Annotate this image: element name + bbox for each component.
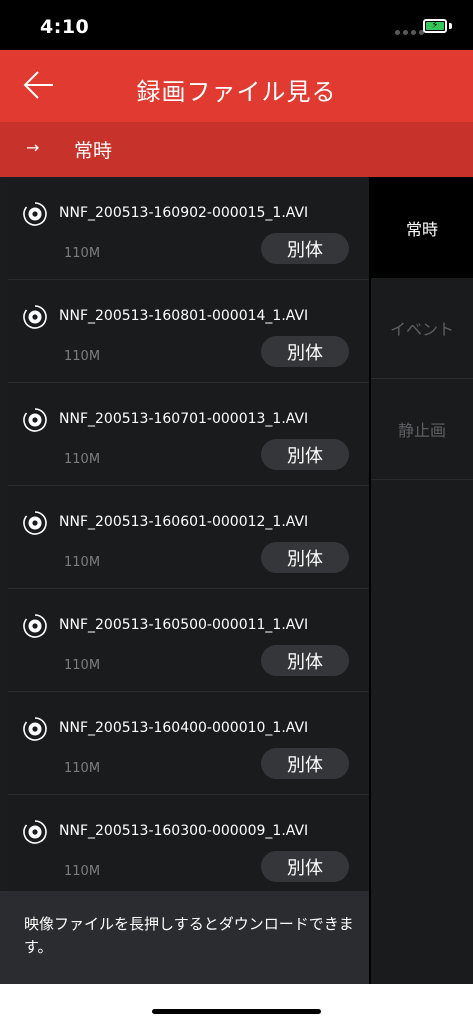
sidebar-item-event[interactable]: イベント xyxy=(371,278,473,379)
file-size: 110M xyxy=(64,761,101,776)
file-name: NNF_200513-160902-000015_1.AVI xyxy=(59,205,309,221)
download-hint: 映像ファイルを長押しするとダウンロードできます。 xyxy=(0,891,369,984)
header: 録画ファイル見る xyxy=(0,50,473,122)
video-disc-icon xyxy=(23,305,47,329)
file-size: 110M xyxy=(64,452,101,467)
video-disc-icon xyxy=(23,820,47,844)
category-sidebar: 常時 イベント 静止画 xyxy=(371,177,473,984)
file-name: NNF_200513-160601-000012_1.AVI xyxy=(59,514,309,530)
battery-charging-icon: ⚡ xyxy=(423,19,447,33)
separate-button[interactable]: 別体 xyxy=(261,336,349,367)
video-disc-icon xyxy=(23,717,47,741)
status-bar: 4:10 ⚡ xyxy=(0,0,473,50)
separate-button[interactable]: 別体 xyxy=(261,645,349,676)
file-size: 110M xyxy=(64,246,101,261)
home-bar-area xyxy=(0,984,473,1024)
arrow-right-icon: → xyxy=(26,138,40,157)
file-size: 110M xyxy=(64,555,101,570)
file-size: 110M xyxy=(64,864,101,879)
separate-button[interactable]: 別体 xyxy=(261,542,349,573)
file-name: NNF_200513-160701-000013_1.AVI xyxy=(59,411,309,427)
video-disc-icon xyxy=(23,614,47,638)
list-item[interactable]: NNF_200513-160902-000015_1.AVI 110M 別体 xyxy=(8,177,370,280)
file-name: NNF_200513-160300-000009_1.AVI xyxy=(59,823,309,839)
signal-dots-icon xyxy=(395,30,424,35)
file-list[interactable]: NNF_200513-160902-000015_1.AVI 110M 別体 N… xyxy=(8,177,370,898)
status-time: 4:10 xyxy=(40,16,90,38)
separate-button[interactable]: 別体 xyxy=(261,233,349,264)
file-size: 110M xyxy=(64,658,101,673)
list-item[interactable]: NNF_200513-160400-000010_1.AVI 110M 別体 xyxy=(8,692,370,795)
file-name: NNF_200513-160801-000014_1.AVI xyxy=(59,308,309,324)
separate-button[interactable]: 別体 xyxy=(261,439,349,470)
sidebar-item-constant[interactable]: 常時 xyxy=(371,177,473,278)
video-disc-icon xyxy=(23,408,47,432)
page-title: 録画ファイル見る xyxy=(136,78,337,106)
list-item[interactable]: NNF_200513-160801-000014_1.AVI 110M 別体 xyxy=(8,280,370,383)
home-indicator[interactable] xyxy=(152,1009,321,1014)
left-edge-strip xyxy=(0,177,8,891)
video-disc-icon xyxy=(23,202,47,226)
file-size: 110M xyxy=(64,349,101,364)
category-header: → 常時 xyxy=(0,122,473,177)
separate-button[interactable]: 別体 xyxy=(261,748,349,779)
download-hint-text: 映像ファイルを長押しするとダウンロードできます。 xyxy=(24,915,354,956)
video-disc-icon xyxy=(23,511,47,535)
list-item[interactable]: NNF_200513-160601-000012_1.AVI 110M 別体 xyxy=(8,486,370,589)
list-item[interactable]: NNF_200513-160300-000009_1.AVI 110M 別体 xyxy=(8,795,370,898)
file-name: NNF_200513-160500-000011_1.AVI xyxy=(59,617,309,633)
list-item[interactable]: NNF_200513-160500-000011_1.AVI 110M 別体 xyxy=(8,589,370,692)
file-name: NNF_200513-160400-000010_1.AVI xyxy=(59,720,309,736)
battery-cap xyxy=(449,23,452,29)
list-item[interactable]: NNF_200513-160701-000013_1.AVI 110M 別体 xyxy=(8,383,370,486)
sidebar-item-still-image[interactable]: 静止画 xyxy=(371,379,473,480)
category-title: 常時 xyxy=(74,140,113,162)
separate-button[interactable]: 別体 xyxy=(261,851,349,882)
